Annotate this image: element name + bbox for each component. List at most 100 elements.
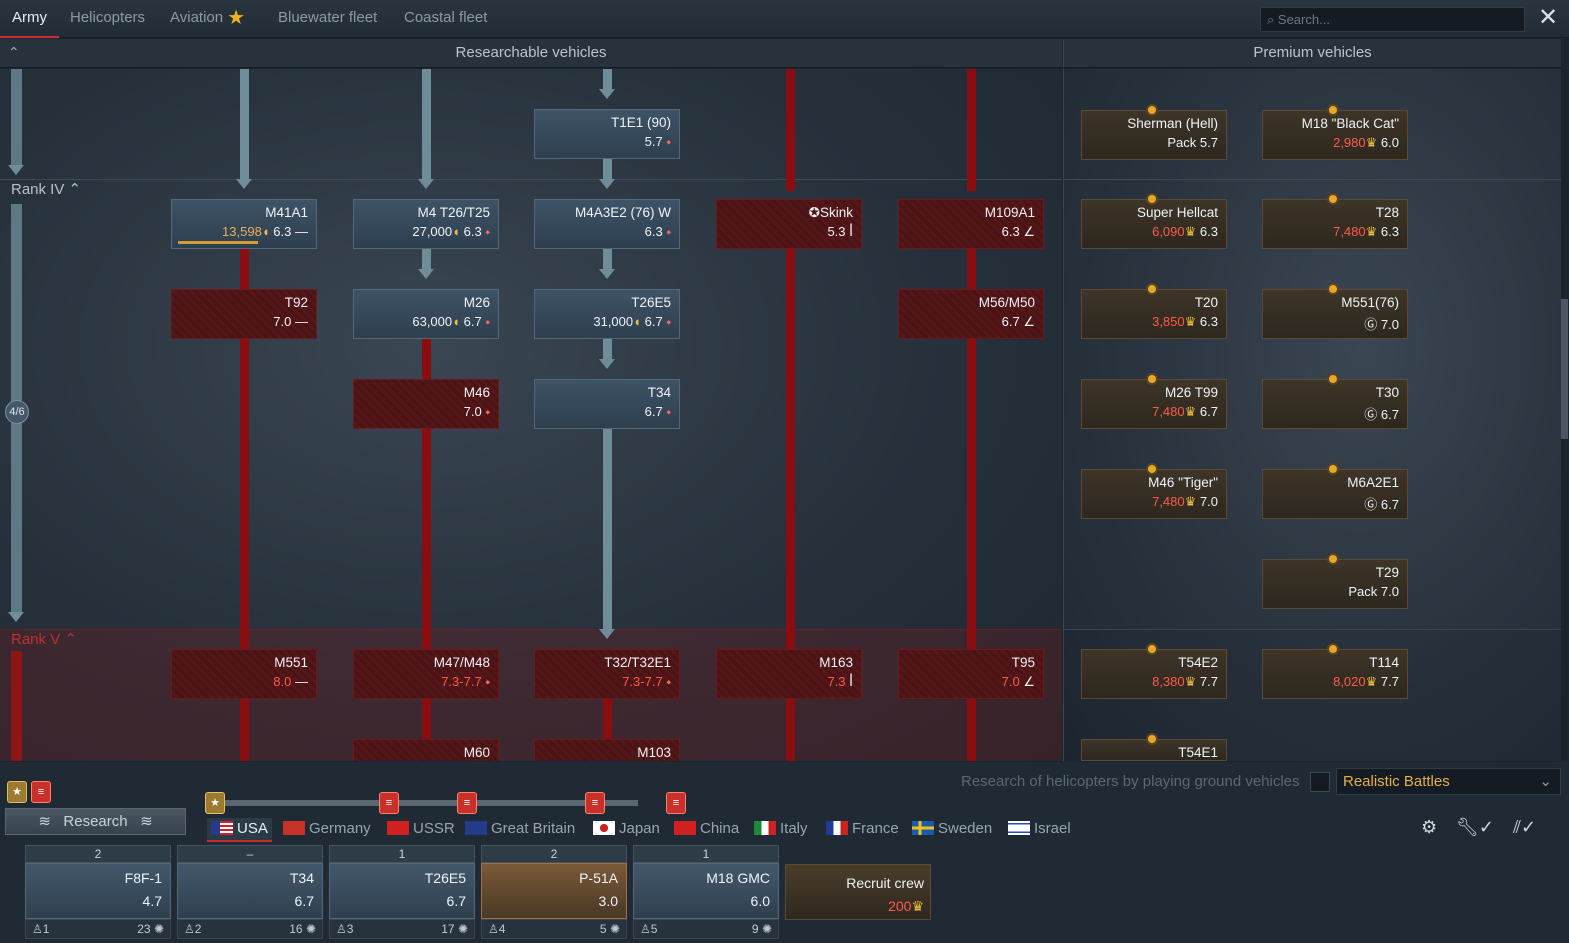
slot-vehicle[interactable]: P-51A 3.0 (481, 863, 627, 919)
vehicle-card-m47-m48[interactable]: M47/M48 7.3-7.7 ⬩ (353, 649, 499, 699)
tank-icon (1267, 390, 1313, 420)
nation-great-britain[interactable]: Great Britain (465, 818, 575, 842)
vehicle-card-t32[interactable]: T32/T32E1 7.3-7.7 ⬩ (534, 649, 680, 699)
crew-slot-4[interactable]: 2 P-51A 3.0 ♙4 5 ✺ (481, 845, 627, 942)
gear-icon[interactable]: ⚙ (1421, 817, 1437, 838)
slot-vehicle[interactable]: M18 GMC 6.0 (633, 863, 779, 919)
scrollbar-thumb[interactable] (1561, 299, 1568, 439)
premium-card-t28[interactable]: T28 7,480♛ 6.3 (1262, 193, 1408, 249)
tab-bluewater-fleet[interactable]: Bluewater fleet (266, 0, 389, 38)
tree-link (603, 429, 612, 631)
tab-helicopters[interactable]: Helicopters (58, 0, 157, 38)
crew-slot-2[interactable]: – T34 6.7 ♙2 16 ✺ (177, 845, 323, 942)
vehicle-card-m56-m50[interactable]: M56/M50 6.7 ∠ (898, 289, 1044, 339)
premium-card-m6a2e1[interactable]: M6A2E1 Ⓖ 6.7 (1262, 463, 1408, 519)
nation-sweden[interactable]: Sweden (912, 818, 992, 842)
tab-army[interactable]: Army (0, 0, 59, 38)
rank-iv-label[interactable]: Rank IV ⌃ (11, 180, 81, 198)
vehicle-icon (32, 874, 92, 910)
vehicle-card-t34[interactable]: T34 6.7 ⬩ (534, 379, 680, 429)
vehicle-icon (488, 874, 548, 910)
nation-germany[interactable]: Germany (283, 818, 371, 842)
research-button[interactable]: ≋ Research ≋ (5, 808, 186, 835)
search-input[interactable]: ⌕ Search... (1260, 7, 1525, 32)
golden-eagle-icon: ♛ (1184, 404, 1197, 419)
vehicle-card-m103[interactable]: M103 (534, 739, 680, 761)
golden-eagle-icon: ♛ (1184, 674, 1197, 689)
premium-coin-icon (1146, 643, 1158, 655)
close-icon[interactable]: ✕ (1534, 4, 1562, 32)
premium-card-superhellcat[interactable]: Super Hellcat 6,090♛ 6.3 (1081, 193, 1227, 249)
premium-card-sherman_hell[interactable]: Sherman (Hell) Pack 5.7 (1081, 104, 1227, 160)
vehicle-card-m4-t26-t25[interactable]: M4 T26/T25 27,000◖ 6.3 ⬩ (353, 199, 499, 249)
premium-card-t114[interactable]: T114 8,020♛ 7.7 (1262, 643, 1408, 699)
israel-flag-icon (1008, 821, 1030, 835)
nation-italy[interactable]: Italy (754, 818, 808, 842)
nation-ussr[interactable]: USSR (387, 818, 455, 842)
tank-icon (1267, 570, 1313, 600)
vehicle-card-m551[interactable]: M551 8.0 — (171, 649, 317, 699)
tree-link (603, 699, 612, 739)
slot-spare-count: 2 (481, 845, 627, 863)
wrench-check-icon[interactable]: 🔧︎✓ (1456, 817, 1494, 838)
rank-v-label[interactable]: Rank V ⌃ (11, 630, 77, 648)
nation-china[interactable]: China (674, 818, 739, 842)
helicopter-research-checkbox[interactable] (1310, 772, 1330, 792)
premium-card-m551_76[interactable]: M551(76) Ⓖ 7.0 (1262, 283, 1408, 339)
slot-vehicle[interactable]: F8F-1 4.7 (25, 863, 171, 919)
aa-icon: ꟾ (849, 674, 853, 689)
nation-france[interactable]: France (826, 818, 899, 842)
vehicle-card-m41a1[interactable]: M41A1 13,598◖ 6.3 — (171, 199, 317, 249)
collapse-up-icon[interactable]: ⌃ (8, 44, 20, 61)
vehicle-card-m163[interactable]: M163 7.3 ꟾ (716, 649, 862, 699)
premium-card-t54e1[interactable]: T54E1 (1081, 733, 1227, 761)
premium-card-m46tiger[interactable]: M46 "Tiger" 7,480♛ 7.0 (1081, 463, 1227, 519)
vehicle-card-t26e5[interactable]: T26E5 31,000◖ 6.7 ⬩ (534, 289, 680, 339)
crew-slot-5[interactable]: 1 M18 GMC 6.0 ♙5 9 ✺ (633, 845, 779, 942)
premium-header: Premium vehicles (1063, 39, 1561, 68)
vehicle-card-m109a1[interactable]: M109A1 6.3 ∠ (898, 199, 1044, 249)
premium-card-t30[interactable]: T30 Ⓖ 6.7 (1262, 373, 1408, 429)
crew-slot-1[interactable]: 2 F8F-1 4.7 ♙1 23 ✺ (25, 845, 171, 942)
tank-icon (903, 210, 949, 240)
vehicle-card-m26[interactable]: M26 63,000◖ 6.7 ⬩ (353, 289, 499, 339)
slot-vehicle[interactable]: T26E5 6.7 (329, 863, 475, 919)
tank-icon (539, 660, 585, 690)
scrollbar[interactable] (1561, 69, 1568, 761)
research-points-icon: ◖ (261, 224, 270, 239)
vehicle-card-t92[interactable]: T92 7.0 — (171, 289, 317, 339)
premium-card-m18bc[interactable]: M18 "Black Cat" 2,980♛ 6.0 (1262, 104, 1408, 160)
tree-link (786, 69, 795, 191)
research-tree[interactable]: Rank IV ⌃ 4/6 Rank V ⌃ T1E1 (90) 5.7 ⬩ M… (0, 69, 1062, 761)
vehicle-card-m46[interactable]: M46 7.0 ⬩ (353, 379, 499, 429)
nation-medal-icon: ≡ (585, 792, 605, 814)
premium-card-m26t99[interactable]: M26 T99 7,480♛ 6.7 (1081, 373, 1227, 429)
vehicle-card-m4a3e2[interactable]: M4A3E2 (76) W 6.3 ⬩ (534, 199, 680, 249)
vehicle-card-skink[interactable]: ✪Skink 5.3 ꟾ (716, 199, 862, 249)
vehicle-card-t95[interactable]: T95 7.0 ∠ (898, 649, 1044, 699)
tank-icon (903, 660, 949, 690)
arrow-down-icon (8, 165, 24, 175)
battle-mode-select[interactable]: Realistic Battles ⌄ (1336, 768, 1561, 795)
vehicle-card-m60[interactable]: M60 (353, 739, 499, 761)
vehicle-icon (184, 874, 244, 910)
rank-bar (11, 651, 22, 761)
nation-usa[interactable]: USA (207, 818, 272, 842)
premium-coin-icon (1327, 463, 1339, 475)
slot-vehicle[interactable]: T34 6.7 (177, 863, 323, 919)
tank-icon (539, 390, 585, 420)
nation-japan[interactable]: Japan (593, 818, 660, 842)
premium-card-t20[interactable]: T20 3,850♛ 6.3 (1081, 283, 1227, 339)
premium-card-t29[interactable]: T29 Pack 7.0 (1262, 553, 1408, 609)
crew-slot-3[interactable]: 1 T26E5 6.7 ♙3 17 ✺ (329, 845, 475, 942)
recruit-crew-button[interactable]: Recruit crew 200♛ (785, 864, 931, 920)
premium-card-t54e2[interactable]: T54E2 8,380♛ 7.7 (1081, 643, 1227, 699)
vehicle-card-t1e1[interactable]: T1E1 (90) 5.7 ⬩ (534, 109, 680, 159)
tab-coastal-fleet[interactable]: Coastal fleet (392, 0, 499, 38)
nation-israel[interactable]: Israel (1008, 818, 1071, 842)
tree-link (786, 249, 795, 649)
golden-eagle-icon: ♛ (1184, 314, 1197, 329)
repair-all-icon[interactable]: ⫽✓ (1513, 817, 1536, 838)
tab-aviation[interactable]: Aviation ★ (158, 0, 257, 38)
premium-coin-icon (1327, 373, 1339, 385)
